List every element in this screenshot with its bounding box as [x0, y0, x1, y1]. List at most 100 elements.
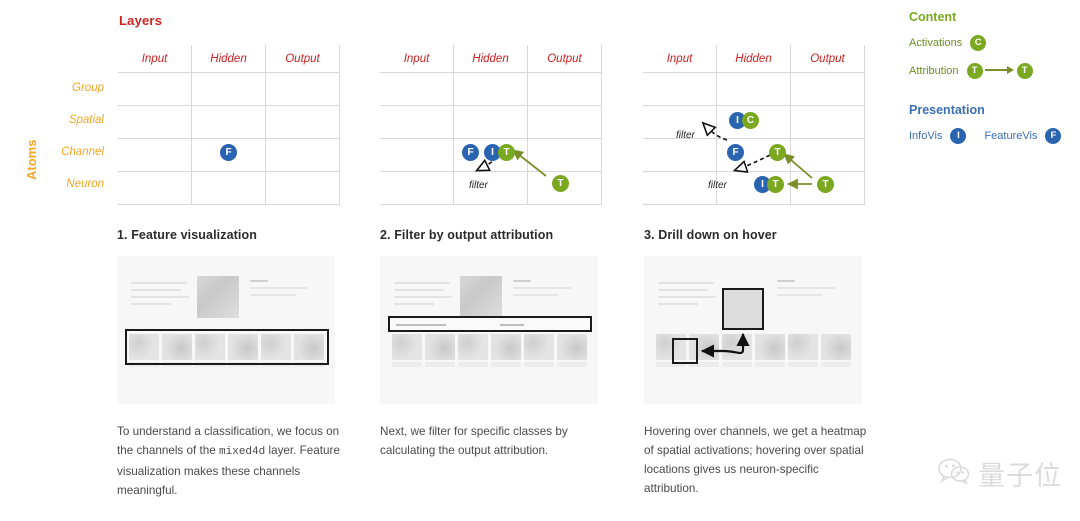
highlight-box: [125, 329, 329, 365]
matrix-cell[interactable]: [453, 171, 528, 205]
thumb-text-lines: [394, 282, 454, 310]
matrix-cell[interactable]: [265, 171, 340, 205]
matrix-cell[interactable]: [380, 105, 454, 139]
matrix-cell[interactable]: [716, 72, 791, 106]
card-description: Hovering over channels, we get a heatmap…: [644, 422, 874, 500]
thumb-tile: [557, 334, 587, 360]
card-description: Next, we filter for specific classes by …: [380, 422, 610, 462]
matrix-cell[interactable]: [118, 105, 192, 139]
thumb-text-lines: [131, 282, 191, 310]
matrix-cell[interactable]: [527, 138, 602, 172]
node-activations[interactable]: C: [742, 112, 759, 129]
matrix-cell[interactable]: [643, 72, 717, 106]
matrix-grid-1: Input Hidden Output: [118, 45, 340, 205]
card-title: 1. Feature visualization: [117, 228, 257, 242]
matrix-cell[interactable]: [527, 72, 602, 106]
card-text-a: Hovering over channels, we get a heatmap…: [644, 425, 867, 495]
highlight-box: [388, 316, 592, 332]
thumb-side-lines: [250, 280, 316, 301]
matrix-cell[interactable]: [643, 171, 717, 205]
legend-row-presentation: InfoVis I FeatureVis F: [909, 126, 1079, 146]
col-header-input: Input: [643, 45, 717, 73]
legend-row-activations: Activations C: [909, 33, 1079, 53]
legend-row-attribution: Attribution T T: [909, 61, 1079, 81]
card-thumbnail[interactable]: [117, 256, 335, 404]
attribution-badge-from-icon: T: [966, 63, 983, 79]
card-thumbnail[interactable]: [380, 256, 598, 404]
matrix-row: [643, 72, 865, 106]
matrix-cell[interactable]: [527, 105, 602, 139]
watermark-text: 量子位: [978, 461, 1062, 492]
row-label-group: Group Spatial Channel Neuron: [38, 72, 110, 200]
node-featurevis[interactable]: F: [727, 144, 744, 161]
wechat-logo-icon: [938, 458, 972, 489]
matrix-row: [380, 105, 602, 139]
col-header-output: Output: [527, 45, 602, 73]
thumb-channel-labels: [392, 362, 588, 367]
thumb-input-image: [197, 276, 239, 318]
watermark: 量子位: [938, 454, 1062, 493]
matrix-cell[interactable]: [453, 72, 528, 106]
matrix-cell[interactable]: [118, 171, 192, 205]
featurevis-badge-icon: F: [1045, 128, 1062, 144]
matrix-row: [643, 138, 865, 172]
card-drill-down-on-hover: 3. Drill down on hover Hovering over cha…: [644, 228, 874, 500]
node-attribution[interactable]: T: [498, 144, 515, 161]
activations-badge-icon: C: [970, 35, 987, 51]
matrix-row: [380, 72, 602, 106]
matrix-row: [118, 171, 340, 205]
legend-label-activations: Activations: [909, 37, 963, 49]
legend-heading-content: Content: [909, 10, 957, 24]
layers-title: Layers: [119, 13, 163, 28]
card-title: 2. Filter by output attribution: [380, 228, 554, 242]
card-text-code: mixed4d: [219, 446, 266, 458]
thumb-side-lines: [513, 280, 579, 301]
legend-heading-presentation: Presentation: [909, 103, 985, 117]
node-featurevis[interactable]: F: [220, 144, 237, 161]
matrix-cell[interactable]: [118, 72, 192, 106]
legend-panel: Content Activations C Attribution T T Pr…: [909, 10, 1079, 154]
col-header-output: Output: [265, 45, 340, 73]
node-featurevis[interactable]: F: [462, 144, 479, 161]
matrix-cell[interactable]: [191, 72, 266, 106]
matrix-cell[interactable]: [790, 138, 865, 172]
col-header-output: Output: [790, 45, 865, 73]
attribution-badge-to-icon: T: [1016, 63, 1033, 79]
matrix-cell[interactable]: [380, 138, 454, 172]
card-thumbnail[interactable]: [644, 256, 862, 404]
legend-label-featurevis: FeatureVis: [984, 130, 1038, 142]
filter-label: filter: [708, 180, 727, 191]
card-description: To understand a classification, we focus…: [117, 422, 347, 500]
matrix-cell[interactable]: [118, 138, 192, 172]
matrix-section: Layers Atoms Group Spatial Channel Neuro…: [0, 0, 1080, 225]
thumb-channel-strip: [392, 334, 588, 360]
attribution-example: T T: [966, 62, 1033, 80]
thumb-tile: [425, 334, 455, 360]
thumb-tile: [458, 334, 488, 360]
matrix-cell[interactable]: [265, 138, 340, 172]
matrix-cell[interactable]: [453, 105, 528, 139]
matrix-cell[interactable]: [265, 105, 340, 139]
node-attribution[interactable]: T: [552, 175, 569, 192]
drill-down-arrows: [700, 332, 750, 358]
matrix-cell[interactable]: [790, 105, 865, 139]
matrix-cell[interactable]: [191, 171, 266, 205]
thumb-input-image: [460, 276, 502, 318]
node-attribution[interactable]: T: [767, 176, 784, 193]
col-header-hidden: Hidden: [453, 45, 528, 73]
matrix-cell[interactable]: [380, 171, 454, 205]
matrix-cell[interactable]: [790, 72, 865, 106]
matrix-cell[interactable]: [191, 105, 266, 139]
row-label-spatial-item: Spatial: [68, 114, 104, 126]
filter-label: filter: [676, 130, 695, 141]
matrix-cell[interactable]: [265, 72, 340, 106]
legend-label-attribution: Attribution: [909, 65, 959, 77]
col-header-hidden: Hidden: [191, 45, 266, 73]
matrix-row: [380, 171, 602, 205]
card-text-a: Next, we filter for specific classes by …: [380, 425, 568, 457]
card-title: 3. Drill down on hover: [644, 228, 777, 242]
node-attribution[interactable]: T: [769, 144, 786, 161]
matrix-cell[interactable]: [380, 72, 454, 106]
matrix-cell[interactable]: [643, 138, 717, 172]
node-attribution[interactable]: T: [817, 176, 834, 193]
